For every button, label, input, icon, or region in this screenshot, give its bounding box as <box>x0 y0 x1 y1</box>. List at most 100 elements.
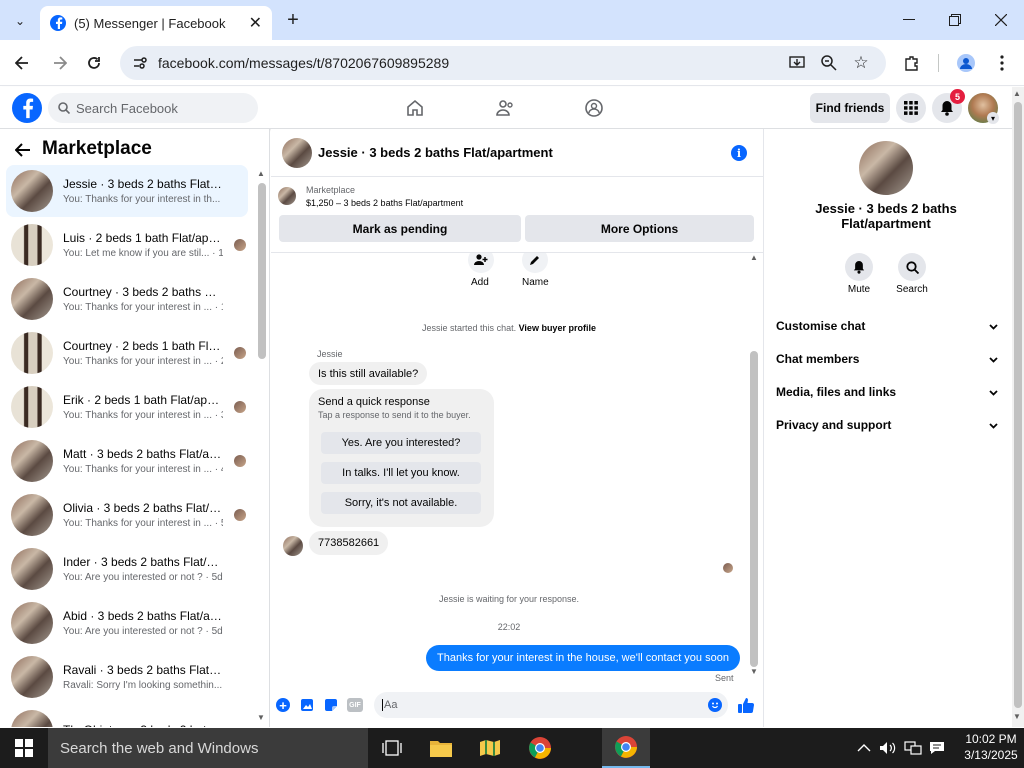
details-avatar[interactable] <box>859 141 913 195</box>
chat-scroll-up-icon[interactable]: ▲ <box>750 253 758 262</box>
facebook-top-nav: Search Facebook Find friends 5 ▾ <box>0 87 1024 129</box>
buyer-mini-avatar <box>234 401 246 413</box>
extensions-icon[interactable] <box>900 51 924 75</box>
chat-header-avatar[interactable] <box>282 137 312 168</box>
restore-icon[interactable] <box>942 6 968 34</box>
zoom-icon[interactable] <box>820 54 838 72</box>
listing-avatar <box>11 386 53 428</box>
chat-scrollbar-thumb[interactable] <box>750 351 758 667</box>
listing-avatar <box>11 548 53 590</box>
reload-icon[interactable] <box>82 51 106 75</box>
groups-icon[interactable] <box>581 96 607 120</box>
chat-header-title[interactable]: Jessie · 3 beds 2 baths Flat/apartment <box>318 145 553 160</box>
facebook-logo-icon[interactable] <box>12 93 42 123</box>
left-scrollbar-thumb[interactable] <box>258 183 266 359</box>
conversation-item[interactable]: Inder · 3 beds 2 baths Flat/apar... You: … <box>6 543 248 595</box>
facebook-search-input[interactable]: Search Facebook <box>48 93 258 123</box>
more-options-button[interactable]: More Options <box>525 215 754 242</box>
chat-started-text: Jessie started this chat. <box>422 323 517 333</box>
chrome-active-window-icon[interactable] <box>602 728 650 768</box>
media-files-links-section[interactable]: Media, files and links <box>776 385 998 399</box>
view-buyer-profile-link[interactable]: View buyer profile <box>519 323 596 333</box>
tab-list-icon[interactable]: ⌄ <box>8 10 32 32</box>
seen-avatar <box>723 563 733 573</box>
conversation-item[interactable]: Luis · 2 beds 1 bath Flat/apart... You: L… <box>6 219 248 271</box>
close-window-icon[interactable] <box>988 6 1014 34</box>
chat-members-section[interactable]: Chat members <box>776 352 998 366</box>
back-icon[interactable] <box>10 51 34 75</box>
conversation-item[interactable]: Courtney · 2 beds 1 bath Flat/... You: Th… <box>6 327 248 379</box>
privacy-support-section[interactable]: Privacy and support <box>776 418 998 432</box>
conversation-item[interactable]: Olivia · 3 beds 2 baths Flat/a... You: Th… <box>6 489 248 541</box>
home-icon[interactable] <box>402 96 428 120</box>
info-icon[interactable]: i <box>731 145 747 161</box>
more-actions-plus-icon[interactable]: + <box>276 698 290 713</box>
message-bubble-incoming[interactable]: 7738582661 <box>309 531 389 555</box>
forward-icon[interactable] <box>48 51 72 75</box>
page-scroll-down-icon[interactable]: ▼ <box>1013 712 1021 721</box>
address-bar[interactable]: facebook.com/messages/t/8702067609895289… <box>120 46 886 80</box>
bookmark-star-icon[interactable]: ☆ <box>852 53 870 72</box>
chat-scroll-down-icon[interactable]: ▼ <box>750 667 758 676</box>
left-scroll-down-icon[interactable]: ▼ <box>257 713 265 722</box>
quick-response-in-talks-button[interactable]: In talks. I'll let you know. <box>321 462 481 484</box>
attach-photo-icon[interactable] <box>300 698 314 712</box>
edit-name-icon[interactable] <box>522 253 548 273</box>
new-tab-icon[interactable]: + <box>282 8 304 32</box>
notifications-center-icon[interactable] <box>915 728 959 768</box>
friends-icon[interactable] <box>492 96 518 120</box>
page-scroll-up-icon[interactable]: ▲ <box>1013 89 1021 98</box>
conversation-item[interactable]: Erik · 2 beds 1 bath Flat/apart... You: T… <box>6 381 248 433</box>
like-thumbs-up-icon[interactable] <box>736 695 756 715</box>
conversation-item[interactable]: Abid · 3 beds 2 baths Flat/apart... You: … <box>6 597 248 649</box>
listing-thumbnail[interactable] <box>278 187 296 205</box>
search-label: Search <box>896 284 928 295</box>
quick-response-yes-button[interactable]: Yes. Are you interested? <box>321 432 481 454</box>
taskbar-search-input[interactable]: Search the web and Windows <box>48 728 368 768</box>
minimize-icon[interactable] <box>896 6 922 34</box>
back-arrow-icon[interactable] <box>12 139 34 161</box>
windows-start-icon[interactable] <box>0 728 48 768</box>
conversation-item[interactable]: Ravali · 3 beds 2 baths Flat/apa... Raval… <box>6 651 248 703</box>
message-bubble-outgoing[interactable]: Thanks for your interest in the house, w… <box>426 645 740 671</box>
maps-app-icon[interactable] <box>466 728 514 768</box>
conversation-item[interactable]: Jessie · 3 beds 2 baths Flat/apar... You:… <box>6 165 248 217</box>
message-text: Thanks for your interest in the house, w… <box>437 652 729 664</box>
mute-button[interactable]: Mute <box>834 253 884 295</box>
find-friends-button[interactable]: Find friends <box>810 93 890 123</box>
quick-response-not-available-button[interactable]: Sorry, it's not available. <box>321 492 481 514</box>
browser-menu-icon[interactable] <box>990 51 1014 75</box>
conversation-text: Jessie · 3 beds 2 baths Flat/apar... You:… <box>63 177 223 205</box>
sender-avatar[interactable] <box>283 536 303 556</box>
page-scrollbar-thumb[interactable] <box>1014 102 1022 708</box>
taskbar-clock[interactable]: 10:02 PM 3/13/2025 <box>958 731 1024 763</box>
notification-count-badge: 5 <box>950 89 965 104</box>
conversation-item[interactable]: TheOhiotrap · 3 beds 2 baths Fl... <box>6 705 248 727</box>
message-bubble-incoming[interactable]: Is this still available? <box>309 362 428 385</box>
listing-text[interactable]: $1,250 – 3 beds 2 baths Flat/apartment <box>306 198 463 208</box>
site-info-icon[interactable] <box>132 57 150 69</box>
mark-as-pending-button[interactable]: Mark as pending <box>279 215 521 242</box>
task-view-icon[interactable] <box>368 728 416 768</box>
close-tab-icon[interactable]: ✕ <box>249 13 262 33</box>
left-scroll-up-icon[interactable]: ▲ <box>257 169 265 178</box>
conversation-item[interactable]: Matt · 3 beds 2 baths Flat/ap... You: Tha… <box>6 435 248 487</box>
menu-grid-icon[interactable] <box>896 93 926 123</box>
browser-tab[interactable]: (5) Messenger | Facebook ✕ <box>40 6 272 40</box>
add-member-icon[interactable] <box>468 253 494 273</box>
conversation-title: Olivia · 3 beds 2 baths Flat/a... <box>63 501 223 515</box>
search-in-chat-button[interactable]: Search <box>887 253 937 295</box>
profile-icon[interactable] <box>954 51 978 75</box>
message-timestamp: 22:02 <box>497 622 521 632</box>
sticker-icon[interactable] <box>324 698 338 712</box>
message-input[interactable]: Aa <box>374 692 728 718</box>
listing-avatar <box>11 440 53 482</box>
emoji-icon[interactable] <box>708 698 722 712</box>
file-explorer-icon[interactable] <box>417 728 465 768</box>
customise-chat-section[interactable]: Customise chat <box>776 319 998 333</box>
chrome-icon[interactable] <box>516 728 564 768</box>
install-app-icon[interactable] <box>788 54 806 72</box>
gif-icon[interactable]: GIF <box>347 698 363 712</box>
chevron-down-icon <box>989 385 998 399</box>
conversation-item[interactable]: Courtney · 3 beds 2 baths Flat/... You: T… <box>6 273 248 325</box>
